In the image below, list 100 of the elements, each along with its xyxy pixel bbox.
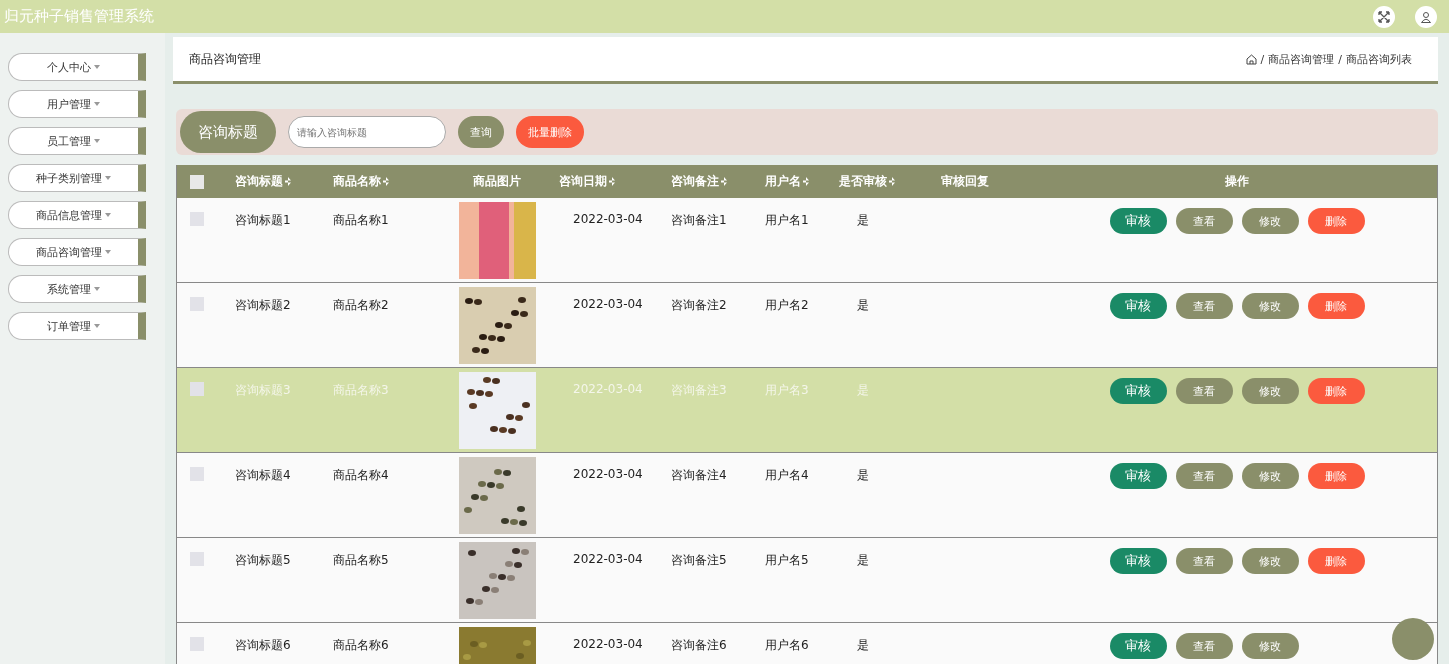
caret-icon xyxy=(105,176,111,180)
page-title: 商品咨询管理 xyxy=(189,50,262,68)
table-row[interactable]: 咨询标题6 商品名称6 2022-03-04 咨询备注6 用户名6 是 审核 查看 修改 xyxy=(177,623,1437,664)
table-row[interactable]: 咨询标题1 商品名称1 2022-03-04 咨询备注1 用户名1 是 审核 查看 修改 删除 xyxy=(177,198,1437,283)
table-row[interactable]: 咨询标题2 商品名称2 2022-03-04 咨询备注2 用户名2 是 审核 查看 修改 删除 xyxy=(177,283,1437,368)
table-cell: 咨询备注2 xyxy=(671,298,727,312)
user-icon[interactable] xyxy=(1415,5,1437,28)
audit-button[interactable]: 审核 xyxy=(1109,378,1167,404)
table-cell: 商品名称4 xyxy=(333,468,389,482)
column-header: 用户名 xyxy=(765,173,809,190)
caret-icon xyxy=(94,324,100,328)
column-header: 商品图片 xyxy=(473,173,521,190)
app-title: 归元种子销售管理系统 xyxy=(4,7,155,26)
view-button[interactable]: 查看 xyxy=(1175,463,1233,489)
table-cell: 用户名4 xyxy=(765,468,809,482)
table-cell: 2022-03-04 xyxy=(573,212,643,226)
sidebar-item[interactable]: 订单管理 xyxy=(8,312,146,340)
table-cell: 是 xyxy=(857,298,869,312)
column-header: 商品名称 xyxy=(333,173,389,190)
view-button[interactable]: 查看 xyxy=(1175,378,1233,404)
table-row[interactable]: 咨询标题4 商品名称4 2022-03-04 咨询备注4 用户名4 是 审核 查看 修改 删除 xyxy=(177,453,1437,538)
table-cell: 用户名2 xyxy=(765,298,809,312)
table-cell: 2022-03-04 xyxy=(573,552,643,566)
sidebar-item[interactable]: 员工管理 xyxy=(8,127,146,155)
sidebar-item[interactable]: 商品信息管理 xyxy=(8,201,146,229)
table-cell: 咨询标题5 xyxy=(235,553,291,567)
edit-button[interactable]: 修改 xyxy=(1241,208,1299,234)
breadcrumb-item[interactable]: 商品咨询列表 xyxy=(1346,51,1412,67)
fullscreen-icon[interactable] xyxy=(1373,5,1395,28)
table-cell: 咨询标题3 xyxy=(235,383,291,397)
breadcrumb-separator: / xyxy=(1338,52,1342,66)
table-row[interactable]: 咨询标题5 商品名称5 2022-03-04 咨询备注5 用户名5 是 审核 查看 修改 删除 xyxy=(177,538,1437,623)
sidebar-item[interactable]: 个人中心 xyxy=(8,53,146,81)
breadcrumb-item[interactable]: 商品咨询管理 xyxy=(1268,51,1335,67)
audit-button[interactable]: 审核 xyxy=(1109,463,1167,489)
breadcrumb-separator: / xyxy=(1260,52,1265,66)
sidebar-item[interactable]: 用户管理 xyxy=(8,90,146,118)
row-checkbox[interactable] xyxy=(190,637,204,651)
table-cell: 商品名称1 xyxy=(333,213,389,227)
table-cell: 用户名3 xyxy=(765,383,809,397)
delete-button[interactable]: 删除 xyxy=(1307,378,1365,404)
audit-button[interactable]: 审核 xyxy=(1109,293,1167,319)
audit-button[interactable]: 审核 xyxy=(1109,548,1167,574)
table-cell: 用户名5 xyxy=(765,553,809,567)
edit-button[interactable]: 修改 xyxy=(1241,548,1299,574)
table-cell: 2022-03-04 xyxy=(573,467,643,481)
table-row[interactable]: 咨询标题3 商品名称3 2022-03-04 咨询备注3 用户名3 是 审核 查看 修改 删除 xyxy=(177,368,1437,453)
row-checkbox[interactable] xyxy=(190,297,204,311)
home-icon[interactable] xyxy=(1245,53,1257,65)
table-cell: 是 xyxy=(857,553,869,567)
column-header: 审核回复 xyxy=(941,173,989,190)
search-field[interactable]: 请输入咨询标题 xyxy=(288,116,446,148)
search-button[interactable]: 查询 xyxy=(458,116,504,148)
table-cell: 是 xyxy=(857,468,869,482)
table-cell: 咨询标题1 xyxy=(235,213,291,227)
edit-button[interactable]: 修改 xyxy=(1241,378,1299,404)
edit-button[interactable]: 修改 xyxy=(1241,463,1299,489)
view-button[interactable]: 查看 xyxy=(1175,633,1233,659)
edit-button[interactable]: 修改 xyxy=(1241,293,1299,319)
table-cell: 咨询备注3 xyxy=(671,383,727,397)
delete-button[interactable]: 删除 xyxy=(1307,548,1365,574)
delete-button[interactable]: 删除 xyxy=(1307,463,1365,489)
delete-button[interactable]: 删除 xyxy=(1307,293,1365,319)
table-cell: 商品名称2 xyxy=(333,298,389,312)
view-button[interactable]: 查看 xyxy=(1175,208,1233,234)
edit-button[interactable]: 修改 xyxy=(1241,633,1299,659)
delete-button[interactable]: 删除 xyxy=(1307,208,1365,234)
batch-delete-button[interactable]: 批量删除 xyxy=(516,116,584,148)
caret-icon xyxy=(94,287,100,291)
table-cell: 2022-03-04 xyxy=(573,637,643,651)
caret-icon xyxy=(94,102,100,106)
sidebar-item[interactable]: 系统管理 xyxy=(8,275,146,303)
table-cell: 咨询备注6 xyxy=(671,638,727,652)
select-all-checkbox[interactable] xyxy=(190,174,204,189)
audit-button[interactable]: 审核 xyxy=(1109,208,1167,234)
table-cell: 咨询备注4 xyxy=(671,468,727,482)
table-cell: 咨询标题2 xyxy=(235,298,291,312)
table-cell: 商品名称6 xyxy=(333,638,389,652)
view-button[interactable]: 查看 xyxy=(1175,548,1233,574)
view-button[interactable]: 查看 xyxy=(1175,293,1233,319)
table-cell: 咨询标题6 xyxy=(235,638,291,652)
table-cell: 2022-03-04 xyxy=(573,297,643,311)
sidebar-item[interactable]: 商品咨询管理 xyxy=(8,238,146,266)
row-checkbox[interactable] xyxy=(190,382,204,396)
table-cell: 用户名6 xyxy=(765,638,809,652)
table-cell: 是 xyxy=(857,638,869,652)
row-checkbox[interactable] xyxy=(190,552,204,566)
column-header: 是否审核 xyxy=(839,173,895,190)
caret-icon xyxy=(105,250,111,254)
row-checkbox[interactable] xyxy=(190,467,204,481)
search-label: 咨询标题 xyxy=(180,111,276,153)
audit-button[interactable]: 审核 xyxy=(1109,633,1167,659)
table-cell: 2022-03-04 xyxy=(573,382,643,396)
row-checkbox[interactable] xyxy=(190,212,204,226)
table-cell: 商品名称5 xyxy=(333,553,389,567)
table-cell: 商品名称3 xyxy=(333,383,389,397)
table-cell: 用户名1 xyxy=(765,213,809,227)
caret-icon xyxy=(105,213,111,217)
caret-icon xyxy=(94,65,100,69)
sidebar-item[interactable]: 种子类别管理 xyxy=(8,164,146,192)
